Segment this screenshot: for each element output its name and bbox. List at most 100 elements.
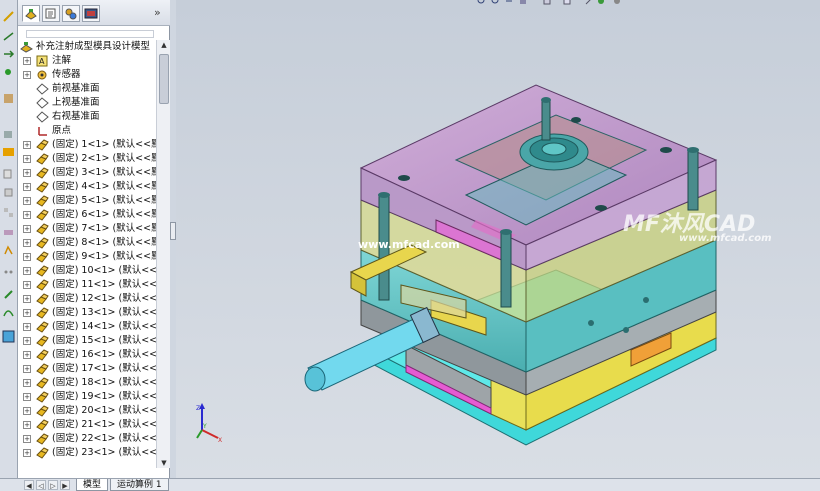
tree-item-label: (固定) 17<1> (默认<<默 (52, 363, 156, 374)
expand-plus-icon[interactable]: + (23, 281, 31, 289)
snap-icon[interactable] (2, 288, 15, 301)
expand-plus-icon[interactable]: + (23, 365, 31, 373)
expand-plus-icon[interactable]: + (23, 183, 31, 191)
tree-component[interactable]: + (固定) 17<1> (默认<<默 (18, 362, 156, 376)
expand-plus-icon[interactable]: + (23, 169, 31, 177)
component-icon (36, 195, 49, 207)
tree-component[interactable]: + (固定) 2<1> (默认<<默认 (18, 152, 156, 166)
expand-plus-icon[interactable]: + (23, 225, 31, 233)
tree-component[interactable]: + (固定) 21<1> (默认<<默 (18, 418, 156, 432)
tree-item[interactable]: 右视基准面 (18, 110, 156, 124)
pattern-icon[interactable] (2, 206, 15, 219)
filter-field[interactable] (26, 30, 154, 38)
expand-plus-icon[interactable]: + (23, 267, 31, 275)
smart-dimension-icon[interactable] (2, 10, 15, 23)
tree-component[interactable]: + (固定) 19<1> (默认<<默 (18, 390, 156, 404)
tree-component[interactable]: + (固定) 18<1> (默认<<默 (18, 376, 156, 390)
tree-component[interactable]: + (固定) 20<1> (默认<<默 (18, 404, 156, 418)
expand-plus-icon[interactable]: + (23, 323, 31, 331)
move-icon[interactable] (2, 226, 15, 239)
annotation-icon: A (36, 55, 49, 67)
component-icon (36, 265, 49, 277)
tree-component[interactable]: + (固定) 16<1> (默认<<默 (18, 348, 156, 362)
tree-component[interactable]: + (固定) 5<1> (默认<<默认 (18, 194, 156, 208)
tree-component[interactable]: + (固定) 1<1> (默认<<默认 (18, 138, 156, 152)
tree-item[interactable]: 原点 (18, 124, 156, 138)
tree-component[interactable]: + (固定) 13<1> (默认<<默 (18, 306, 156, 320)
expand-plus-icon[interactable]: + (23, 239, 31, 247)
tab-feature-tree[interactable] (22, 5, 40, 22)
expand-plus-icon[interactable]: + (23, 197, 31, 205)
grid-icon[interactable] (2, 128, 15, 141)
last-tab-arrow-icon[interactable]: ▶ (60, 480, 70, 490)
tree-root[interactable]: 补充注射成型模具设计模型 (18, 40, 156, 54)
expand-plus-icon[interactable]: + (23, 57, 31, 65)
tree-item[interactable]: 前视基准面 (18, 82, 156, 96)
first-tab-arrow-icon[interactable]: ◀ (24, 480, 34, 490)
tree-component[interactable]: + (固定) 15<1> (默认<<默 (18, 334, 156, 348)
line-tool-icon[interactable] (2, 30, 15, 43)
graphics-viewport[interactable]: MF沐风CAD www.mfcad.com www.mfcad.com Z X … (176, 0, 820, 478)
expand-plus-icon[interactable]: + (23, 435, 31, 443)
expand-plus-icon[interactable]: + (23, 337, 31, 345)
tab-property-manager[interactable] (42, 5, 60, 22)
spline-tool-icon[interactable] (2, 92, 15, 105)
scroll-thumb[interactable] (159, 54, 169, 104)
component-icon (36, 405, 49, 417)
tree-item[interactable]: 上视基准面 (18, 96, 156, 110)
tree-item-label: (固定) 10<1> (默认<<默 (52, 265, 156, 276)
sketch-point-icon[interactable] (2, 66, 15, 79)
tree-item[interactable]: + A 注解 (18, 54, 156, 68)
expand-plus-icon[interactable]: + (23, 295, 31, 303)
scroll-down-arrow-icon[interactable]: ▼ (159, 458, 169, 468)
tree-item-label: (固定) 1<1> (默认<<默认 (52, 139, 156, 150)
component-icon (36, 377, 49, 389)
tree-item[interactable]: + 传感器 (18, 68, 156, 82)
prev-tab-arrow-icon[interactable]: ◁ (36, 480, 46, 490)
expand-plus-icon[interactable]: + (23, 421, 31, 429)
rapid-sketch-icon[interactable] (2, 330, 15, 343)
display-icon[interactable] (2, 146, 15, 159)
expand-plus-icon[interactable]: + (23, 309, 31, 317)
curve-icon[interactable] (2, 306, 15, 319)
tree-item-label: 注解 (52, 55, 72, 66)
expand-plus-icon[interactable]: + (23, 393, 31, 401)
tree-component[interactable]: + (固定) 11<1> (默认<<默 (18, 278, 156, 292)
tree-component[interactable]: + (固定) 7<1> (默认<<默认 (18, 222, 156, 236)
tab-display-manager[interactable] (82, 5, 100, 22)
expand-plus-icon[interactable]: + (23, 379, 31, 387)
expand-plus-icon[interactable]: + (23, 211, 31, 219)
tree-component[interactable]: + (固定) 8<1> (默认<<默认 (18, 236, 156, 250)
expand-plus-icon[interactable]: + (23, 351, 31, 359)
expand-plus-icon[interactable]: + (23, 407, 31, 415)
tree-component[interactable]: + (固定) 12<1> (默认<<默 (18, 292, 156, 306)
next-tab-arrow-icon[interactable]: ▷ (48, 480, 58, 490)
relation-icon[interactable] (2, 244, 15, 257)
expand-plus-icon[interactable]: + (23, 71, 31, 79)
expand-plus-icon[interactable]: + (23, 253, 31, 261)
tree-item-label: 上视基准面 (52, 97, 100, 108)
expand-panel-button[interactable]: » (154, 6, 161, 19)
repair-icon[interactable] (2, 266, 15, 279)
tree-component[interactable]: + (固定) 22<1> (默认<<默 (18, 432, 156, 446)
tree-component[interactable]: + (固定) 4<1> (默认<<默认 (18, 180, 156, 194)
tree-component[interactable]: + (固定) 3<1> (默认<<默认 (18, 166, 156, 180)
tab-configuration-manager[interactable] (62, 5, 80, 22)
component-icon (36, 251, 49, 263)
scroll-up-arrow-icon[interactable]: ▲ (159, 40, 169, 50)
tree-item-label: (固定) 13<1> (默认<<默 (52, 307, 156, 318)
expand-plus-icon[interactable]: + (23, 155, 31, 163)
tree-component[interactable]: + (固定) 23<1> (默认<<默 (18, 446, 156, 460)
copy-icon[interactable] (2, 168, 15, 181)
tree-component[interactable]: + (固定) 9<1> (默认<<默认 (18, 250, 156, 264)
tab-model[interactable]: 模型 (76, 479, 109, 491)
tree-scrollbar[interactable]: ▲ ▼ (156, 40, 170, 468)
expand-plus-icon[interactable]: + (23, 449, 31, 457)
expand-plus-icon[interactable]: + (23, 141, 31, 149)
tab-motion-study[interactable]: 运动算例 1 (110, 479, 169, 491)
tree-component[interactable]: + (固定) 6<1> (默认<<默认 (18, 208, 156, 222)
tree-component[interactable]: + (固定) 10<1> (默认<<默 (18, 264, 156, 278)
mirror-icon[interactable] (2, 186, 15, 199)
arrow-tool-icon[interactable] (2, 48, 15, 61)
tree-component[interactable]: + (固定) 14<1> (默认<<默 (18, 320, 156, 334)
